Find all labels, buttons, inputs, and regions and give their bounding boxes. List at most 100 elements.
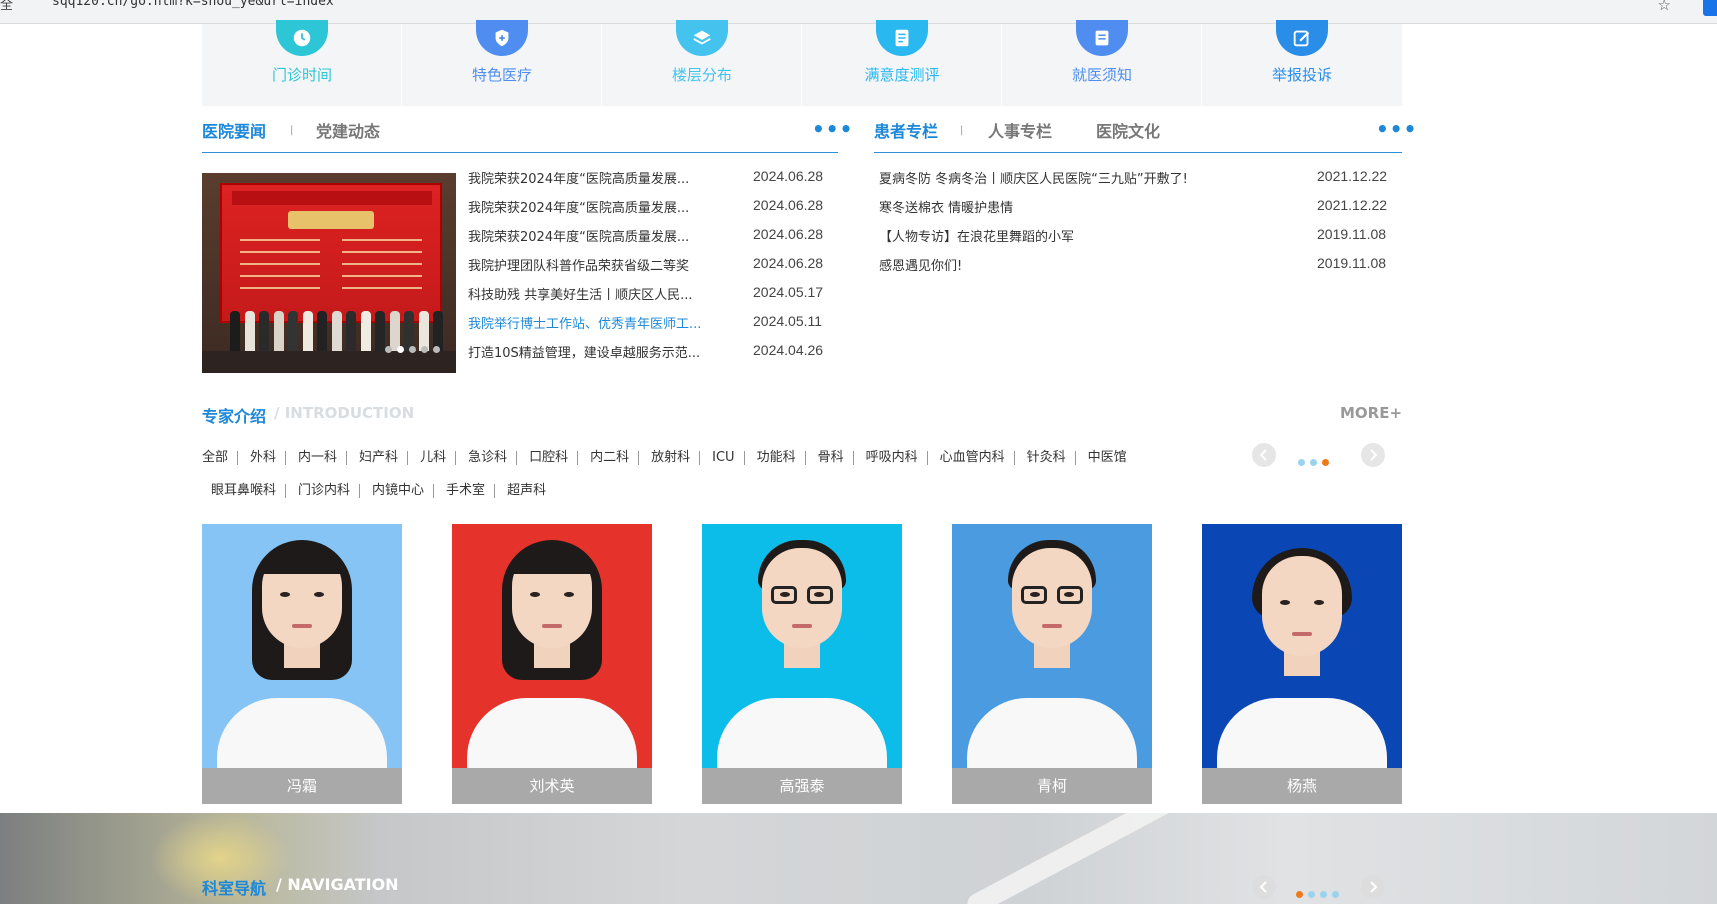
news-item[interactable]: 我院荣获2024年度“医院高质量发展... 2024.06.28 xyxy=(468,197,838,219)
panel-divider xyxy=(874,152,1402,153)
doctor-card[interactable]: 冯霜 xyxy=(202,524,402,804)
more-dots-icon[interactable]: ••• xyxy=(812,119,853,139)
department-filter[interactable]: 针灸科 xyxy=(1013,451,1075,465)
browser-address-bar[interactable]: 不安全 sqq120.cn/go.htm?k=shou_ye&url=index… xyxy=(0,0,1717,24)
department-filter[interactable]: 门诊内科 xyxy=(285,484,359,498)
news-item[interactable]: 科技助残 共享美好生活丨顺庆区人民... 2024.05.17 xyxy=(468,284,838,306)
url-text[interactable]: sqq120.cn/go.htm?k=shou_ye&url=index xyxy=(52,0,334,9)
quick-nav-label: 特色医疗 xyxy=(471,66,532,84)
department-filter[interactable]: 骨科 xyxy=(804,451,853,465)
news-item[interactable]: 我院荣获2024年度“医院高质量发展... 2024.06.28 xyxy=(468,168,838,190)
department-filter[interactable]: ICU xyxy=(699,451,743,465)
department-filter[interactable]: 心血管内科 xyxy=(926,451,1014,465)
department-filter[interactable]: 全部 xyxy=(202,451,237,465)
profile-icon[interactable] xyxy=(1703,0,1717,16)
quick-nav-item[interactable]: 特色医疗 xyxy=(402,20,602,106)
edit-icon xyxy=(1276,20,1328,56)
doctor-card[interactable]: 杨燕 xyxy=(1202,524,1402,804)
nav-next-arrow-icon[interactable] xyxy=(1361,875,1385,899)
news-item[interactable]: 【人物专访】在浪花里舞蹈的小军 2019.11.08 xyxy=(879,226,1399,248)
nav-slider-dots[interactable] xyxy=(1296,883,1344,902)
department-filter[interactable]: 中医馆 xyxy=(1074,451,1137,465)
quick-nav-label: 就医须知 xyxy=(1071,66,1132,84)
doctor-name: 杨燕 xyxy=(1202,768,1402,804)
quick-nav-item[interactable]: 门诊时间 xyxy=(202,20,402,106)
news-title: 打造10S精益管理，建设卓越服务示范... xyxy=(468,346,701,361)
tab-hr-column[interactable]: 人事专栏 xyxy=(988,118,1052,142)
prev-arrow-icon[interactable] xyxy=(1252,443,1276,467)
news-item[interactable]: 我院荣获2024年度“医院高质量发展... 2024.06.28 xyxy=(468,226,838,248)
photo-slider-dots[interactable] xyxy=(380,338,440,357)
news-title: 我院荣获2024年度“医院高质量发展... xyxy=(468,172,690,187)
experts-more-link[interactable]: MORE+ xyxy=(1340,404,1402,422)
quick-nav-item[interactable]: 举报投诉 xyxy=(1202,20,1402,106)
quick-nav-item[interactable]: 就医须知 xyxy=(1002,20,1202,106)
quick-nav-label: 门诊时间 xyxy=(271,66,332,84)
quick-nav-label: 满意度测评 xyxy=(864,66,940,84)
tab-patient-column[interactable]: 患者专栏 xyxy=(874,118,938,142)
panel-divider xyxy=(202,152,838,153)
department-filter[interactable]: 放射科 xyxy=(638,451,699,465)
news-item[interactable]: 夏病冬防 冬病冬治丨顺庆区人民医院“三九贴”开敷了! 2021.12.22 xyxy=(879,168,1399,190)
doctor-card[interactable]: 刘术英 xyxy=(452,524,652,804)
quick-nav-item[interactable]: 楼层分布 xyxy=(602,20,802,106)
news-date: 2024.05.11 xyxy=(753,313,823,329)
news-date: 2024.06.28 xyxy=(753,226,824,242)
department-filter[interactable]: 内一科 xyxy=(285,451,346,465)
news-date: 2021.12.22 xyxy=(1317,168,1388,184)
tab-hospital-culture[interactable]: 医院文化 xyxy=(1096,118,1160,142)
news-title: 科技助残 共享美好生活丨顺庆区人民... xyxy=(468,288,693,303)
department-filter[interactable]: 儿科 xyxy=(407,451,455,465)
news-panel-right: 患者专栏 | 人事专栏 医院文化 ••• xyxy=(874,118,1416,378)
quick-nav: 门诊时间 特色医疗 楼层分布 满意度测评 就医须知 举报投诉 xyxy=(202,20,1402,106)
news-title: 【人物专访】在浪花里舞蹈的小军 xyxy=(879,230,1075,245)
survey-icon xyxy=(876,20,928,56)
clock-icon xyxy=(276,20,328,56)
news-date: 2024.05.17 xyxy=(753,284,824,300)
doctor-photo xyxy=(952,524,1152,768)
navigation-subtitle: / NAVIGATION xyxy=(276,875,399,894)
insecure-label: 不安全 xyxy=(0,0,14,13)
department-filter[interactable]: 外科 xyxy=(237,451,285,465)
doctor-card[interactable]: 青柯 xyxy=(952,524,1152,804)
news-date: 2024.06.28 xyxy=(753,255,824,271)
news-title: 我院荣获2024年度“医院高质量发展... xyxy=(468,201,690,216)
news-item[interactable]: 我院举行博士工作站、优秀青年医师工... 2024.05.11 xyxy=(468,313,838,335)
news-item[interactable]: 寒冬送棉衣 情暖护患情 2021.12.22 xyxy=(879,197,1399,219)
department-filter[interactable]: 眼耳鼻喉科 xyxy=(211,484,285,498)
bookmark-star-icon[interactable]: ☆ xyxy=(1658,0,1671,14)
news-date: 2024.04.26 xyxy=(753,342,824,358)
news-title: 我院护理团队科普作品荣获省级二等奖 xyxy=(468,259,690,274)
doctor-name: 高强泰 xyxy=(702,768,902,804)
experts-slider-dots[interactable] xyxy=(1298,451,1334,470)
department-filter[interactable]: 内镜中心 xyxy=(359,484,433,498)
news-date: 2024.06.28 xyxy=(753,197,824,213)
department-navigation-banner: 科室导航 / NAVIGATION xyxy=(0,813,1717,904)
news-date: 2019.11.08 xyxy=(1317,226,1387,242)
department-filter[interactable]: 手术室 xyxy=(433,484,494,498)
department-filter[interactable]: 内二科 xyxy=(577,451,638,465)
department-filter[interactable]: 超声科 xyxy=(494,484,555,498)
department-filter[interactable]: 功能科 xyxy=(743,451,805,465)
navigation-title: 科室导航 xyxy=(202,879,267,898)
doctor-photo xyxy=(702,524,902,768)
tab-separator: | xyxy=(960,125,964,136)
news-title: 我院举行博士工作站、优秀青年医师工... xyxy=(468,317,702,332)
department-filter[interactable]: 妇产科 xyxy=(346,451,407,465)
more-dots-icon[interactable]: ••• xyxy=(1376,119,1417,139)
doctor-photo xyxy=(452,524,652,768)
department-filter[interactable]: 口腔科 xyxy=(516,451,577,465)
doctor-card[interactable]: 高强泰 xyxy=(702,524,902,804)
quick-nav-item[interactable]: 满意度测评 xyxy=(802,20,1002,106)
news-item[interactable]: 打造10S精益管理，建设卓越服务示范... 2024.04.26 xyxy=(468,342,838,364)
tab-hospital-news[interactable]: 医院要闻 xyxy=(202,118,266,142)
department-filter[interactable]: 呼吸内科 xyxy=(852,451,927,465)
next-arrow-icon[interactable] xyxy=(1361,443,1385,467)
doctor-name: 青柯 xyxy=(952,768,1152,804)
department-filter[interactable]: 急诊科 xyxy=(455,451,516,465)
news-photo[interactable] xyxy=(202,173,456,373)
nav-prev-arrow-icon[interactable] xyxy=(1252,875,1276,899)
news-item[interactable]: 感恩遇见你们! 2019.11.08 xyxy=(879,255,1399,277)
tab-party-news[interactable]: 党建动态 xyxy=(316,118,380,142)
news-item[interactable]: 我院护理团队科普作品荣获省级二等奖 2024.06.28 xyxy=(468,255,838,277)
